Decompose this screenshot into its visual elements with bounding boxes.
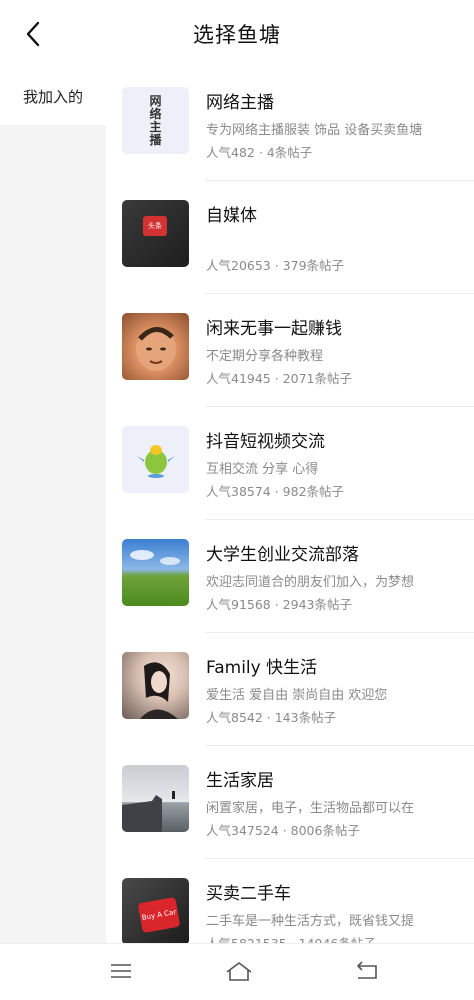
group-list: 网络主播 网络主播 专为网络主播服装 饰品 设备买卖鱼塘 人气482 · 4条帖… [106, 68, 474, 943]
group-thumbnail [122, 313, 189, 380]
list-item[interactable]: 网络主播 网络主播 专为网络主播服装 饰品 设备买卖鱼塘 人气482 · 4条帖… [106, 68, 474, 181]
cliff-image [122, 791, 175, 832]
list-item[interactable]: Family 快生活 爱生活 爱自由 崇尚自由 欢迎您 人气8542 · 143… [106, 633, 474, 746]
menu-button[interactable] [106, 958, 136, 984]
list-item[interactable]: 大学生创业交流部落 欢迎志同道合的朋友们加入，为梦想 人气91568 · 294… [106, 520, 474, 633]
group-stats: 人气41945 · 2071条帖子 [206, 371, 352, 386]
group-name: 网络主播 [206, 93, 274, 113]
list-item[interactable]: 闲来无事一起赚钱 不定期分享各种教程 人气41945 · 2071条帖子 [106, 294, 474, 407]
list-item[interactable]: 生活家居 闲置家居，电子，生活物品都可以在 人气347524 · 8006条帖子 [106, 746, 474, 859]
group-name: 生活家居 [206, 771, 274, 791]
list-item[interactable]: Buy A Car 买卖二手车 二手车是一种生活方式，既省钱又提 人气58215… [106, 859, 474, 943]
group-name: Family 快生活 [206, 658, 318, 678]
list-item[interactable]: 抖音短视频交流 互相交流 分享 心得 人气38574 · 982条帖子 [106, 407, 474, 520]
group-thumbnail [122, 539, 189, 606]
group-thumbnail [122, 765, 189, 832]
home-button[interactable] [224, 958, 254, 984]
group-thumbnail: Buy A Car [122, 878, 189, 943]
home-icon [226, 962, 252, 981]
group-name: 抖音短视频交流 [206, 432, 325, 452]
thumbnail-calligraphy-text: 网络主播 [149, 93, 162, 147]
group-description: 互相交流 分享 心得 [206, 462, 319, 477]
group-description: 二手车是一种生活方式，既省钱又提 [206, 914, 415, 929]
group-thumbnail: 网络主播 [122, 87, 189, 154]
sidebar-item-joined[interactable]: 我加入的 [0, 68, 106, 125]
group-stats: 人气38574 · 982条帖子 [206, 484, 345, 499]
back-button[interactable] [18, 16, 48, 52]
group-name: 闲来无事一起赚钱 [206, 319, 342, 339]
portrait-image [140, 662, 178, 719]
group-stats: 人气347524 · 8006条帖子 [206, 823, 360, 838]
group-thumbnail [122, 652, 189, 719]
group-name: 买卖二手车 [206, 884, 291, 904]
group-stats: 人气20653 · 379条帖子 [206, 258, 345, 273]
cartoon-face-image [136, 327, 176, 371]
group-description: 专为网络主播服装 饰品 设备买卖鱼塘 [206, 123, 423, 138]
group-description: 爱生活 爱自由 崇尚自由 欢迎您 [206, 688, 388, 703]
group-stats: 人气5821535 · 14946条帖子 [206, 933, 376, 943]
group-description: 欢迎志同道合的朋友们加入，为梦想 [206, 575, 415, 590]
chevron-left-icon [26, 21, 40, 47]
page-title: 选择鱼塘 [193, 23, 281, 47]
group-stats: 人气482 · 4条帖子 [206, 145, 313, 160]
bottom-nav-bar [0, 943, 474, 1000]
sidebar: 我加入的 [0, 68, 106, 943]
thumbnail-logo: 头条 [143, 216, 167, 236]
return-button[interactable] [352, 958, 382, 984]
list-item[interactable]: 头条 自媒体 人气20653 · 379条帖子 [106, 181, 474, 294]
group-description: 不定期分享各种教程 [206, 349, 324, 364]
menu-icon [111, 964, 131, 978]
thumbnail-keycap: Buy A Car [137, 896, 181, 934]
group-stats: 人气91568 · 2943条帖子 [206, 597, 352, 612]
group-name: 自媒体 [206, 206, 257, 226]
group-thumbnail: 头条 [122, 200, 189, 267]
group-name: 大学生创业交流部落 [206, 545, 359, 565]
header-bar: 选择鱼塘 [0, 0, 474, 68]
group-description: 闲置家居，电子，生活物品都可以在 [206, 801, 415, 816]
sidebar-item-label: 我加入的 [22, 88, 83, 106]
return-icon [357, 961, 377, 979]
bird-mascot-image [137, 445, 175, 478]
landscape-image [130, 550, 180, 565]
group-thumbnail [122, 426, 189, 493]
group-stats: 人气8542 · 143条帖子 [206, 710, 337, 725]
